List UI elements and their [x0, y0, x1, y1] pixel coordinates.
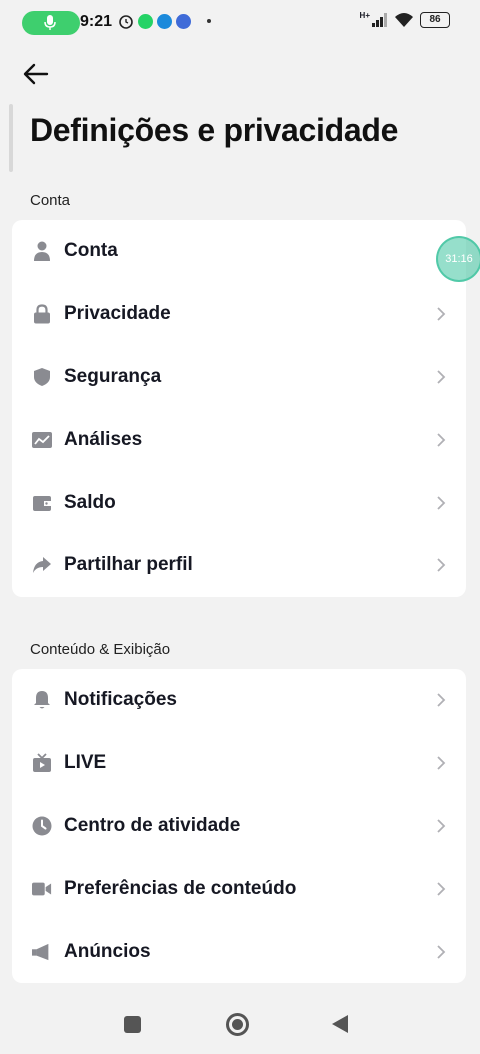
video-icon — [32, 879, 52, 899]
settings-item-label: Conta — [64, 240, 118, 262]
settings-item-analises[interactable]: Análises — [12, 408, 466, 471]
status-time: 9:21 — [80, 13, 113, 30]
network-type: H+ — [359, 10, 370, 20]
scroll-indicator[interactable] — [9, 104, 13, 172]
page-title: Definições e privacidade — [30, 112, 399, 148]
app-icon — [176, 13, 191, 29]
settings-item-preferencias-de-conteudo[interactable]: Preferências de conteúdo — [12, 857, 466, 920]
chevron-right-icon — [437, 370, 446, 384]
analytics-icon — [32, 430, 52, 450]
settings-item-label: Notificações — [64, 689, 177, 711]
settings-item-partilhar-perfil[interactable]: Partilhar perfil — [12, 534, 466, 597]
wifi-icon — [395, 13, 413, 27]
chevron-right-icon — [437, 819, 446, 833]
settings-item-anuncios[interactable]: Anúncios — [12, 920, 466, 983]
live-icon — [32, 753, 52, 773]
status-bar: 9:21 H+ 86 — [0, 0, 480, 44]
chevron-right-icon — [437, 495, 446, 510]
chevron-right-icon — [437, 693, 446, 708]
notification-icons — [118, 13, 211, 29]
microphone-indicator — [22, 11, 80, 35]
arrow-left-icon — [23, 63, 49, 85]
settings-item-label: LIVE — [64, 752, 107, 774]
chevron-right-icon — [437, 756, 446, 770]
battery-icon: 86 — [420, 12, 450, 28]
settings-item-label: Centro de atividade — [64, 814, 241, 836]
clock-icon — [32, 816, 52, 836]
settings-item-label: Análises — [64, 428, 143, 450]
recent-apps-button[interactable] — [124, 1016, 141, 1033]
settings-item-label: Anúncios — [64, 940, 151, 962]
home-button[interactable] — [226, 1013, 249, 1036]
share-icon — [32, 555, 52, 575]
shield-icon — [32, 367, 52, 387]
chevron-right-icon — [437, 433, 446, 447]
whatsapp-icon — [138, 13, 153, 29]
chevron-right-icon — [437, 944, 446, 959]
bell-icon — [32, 690, 52, 710]
chevron-right-icon — [437, 558, 446, 573]
settings-card-conteudo: Notificações LIVE Centro de atividade Pr… — [12, 669, 466, 983]
chevron-right-icon — [437, 307, 446, 321]
section-title-conta: Conta — [30, 192, 71, 209]
chat-icon — [157, 13, 172, 29]
section-title-conteudo-exibicao: Conteúdo & Exibição — [30, 641, 171, 658]
floating-recording-timer[interactable]: 31:16 — [436, 236, 480, 282]
megaphone-icon — [32, 942, 52, 962]
alarm-icon — [119, 15, 133, 29]
signal-icon — [372, 13, 387, 27]
settings-item-centro-de-atividade[interactable]: Centro de atividade — [12, 795, 466, 858]
back-button[interactable] — [18, 56, 54, 92]
settings-item-label: Partilhar perfil — [64, 554, 193, 576]
microphone-icon — [44, 15, 56, 30]
settings-item-label: Segurança — [64, 365, 162, 387]
settings-item-live[interactable]: LIVE — [12, 732, 466, 795]
settings-item-label: Saldo — [64, 491, 116, 513]
system-navigation-bar — [0, 996, 480, 1054]
settings-item-label: Privacidade — [64, 303, 171, 325]
chevron-right-icon — [437, 882, 446, 896]
settings-item-conta[interactable]: Conta — [12, 220, 466, 283]
settings-item-saldo[interactable]: Saldo — [12, 471, 466, 534]
more-notifications-dot — [207, 19, 211, 23]
settings-item-label: Preferências de conteúdo — [64, 877, 297, 899]
wallet-icon — [32, 493, 52, 513]
settings-item-notificacoes[interactable]: Notificações — [12, 669, 466, 732]
settings-card-conta: Conta Privacidade Segurança Análises Sal… — [12, 220, 466, 597]
settings-item-seguranca[interactable]: Segurança — [12, 346, 466, 409]
settings-item-privacidade[interactable]: Privacidade — [12, 283, 466, 346]
system-icons: H+ 86 — [359, 10, 450, 28]
lock-icon — [32, 304, 52, 324]
system-back-button[interactable] — [331, 1014, 349, 1034]
person-icon — [32, 241, 52, 262]
